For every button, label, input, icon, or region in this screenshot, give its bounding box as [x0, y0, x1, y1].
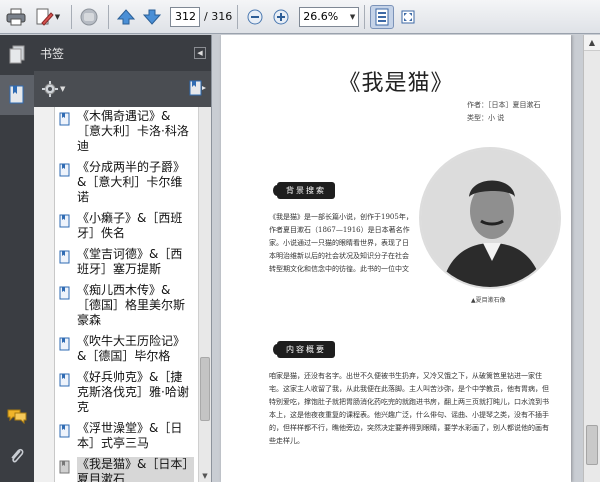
bookmark-label: 《小癞子》&［西班牙］佚名: [77, 211, 183, 240]
portrait-caption: ▲夏目漱石像: [471, 297, 506, 304]
bookmark-item[interactable]: 《我是猫》&［日本］夏目漱石: [55, 455, 198, 482]
bookmark-label: 《好兵帅克》&［捷克斯洛伐克］雅·哈谢克: [77, 370, 189, 414]
paragraph-background-col: 《我是猫》是一部长篇小说，创作于1905年，作者夏目漱石（1867—1916）是…: [269, 211, 415, 273]
navigation-rail: [0, 35, 34, 482]
toolbar-divider: [237, 4, 239, 29]
bookmark-icon: [59, 163, 70, 177]
zoom-in-button[interactable]: [269, 5, 293, 29]
pages-icon: [9, 45, 25, 64]
bookmark-label: 《吹牛大王历险记》&［德国］毕尔格: [77, 334, 186, 363]
bookmark-label: 《浮世澡堂》&［日本］式亭三马: [77, 421, 183, 450]
chevron-down-icon: ▼: [349, 12, 356, 21]
author-portrait: [419, 147, 561, 289]
bookmark-scroll-thumb[interactable]: [200, 357, 210, 421]
zoom-level-value: 26.6%: [303, 10, 339, 23]
toolbar: ▼ 312 / 316 26.6% ▼: [0, 0, 600, 34]
share-gray-icon: [80, 8, 98, 25]
toolbar-divider: [108, 4, 109, 29]
expand-icon: [401, 10, 415, 23]
printer-icon: [6, 8, 26, 25]
collapse-panel-button[interactable]: ◀: [194, 47, 206, 59]
new-bookmark-icon: [189, 80, 206, 95]
toolbar-divider: [71, 4, 72, 29]
bookmark-icon: [59, 286, 70, 300]
document-title: 《我是猫》: [338, 71, 454, 96]
bookmark-scrollbar[interactable]: ▼: [198, 107, 211, 482]
fullscreen-button[interactable]: [396, 5, 420, 29]
author-line: 作者：［日本］夏目漱石: [467, 101, 541, 109]
bookmark-icon: [59, 250, 70, 264]
genre-line: 类型：小 说: [467, 114, 505, 122]
print-button[interactable]: [4, 5, 28, 29]
bookmarks-panel-button[interactable]: [0, 75, 34, 115]
paragraph-background: 《我是猫》是一部长篇小说，创作于1905年，作者夏目漱石（1867—1916）是…: [269, 213, 413, 273]
bookmark-item[interactable]: 《好兵帅克》&［捷克斯洛伐克］雅·哈谢克: [55, 368, 198, 419]
section-banner-summary: 内容概要: [273, 341, 335, 358]
gear-icon: [42, 81, 58, 97]
bookmark-label: 《堂吉诃德》&［西班牙］塞万提斯: [77, 247, 183, 276]
bookmark-item[interactable]: 《小癞子》&［西班牙］佚名: [55, 209, 198, 245]
bookmark-icon: [59, 337, 70, 351]
bookmark-item[interactable]: 《堂吉诃德》&［西班牙］塞万提斯: [55, 245, 198, 281]
page-total: / 316: [204, 10, 233, 23]
options-button[interactable]: ▼: [42, 81, 65, 97]
comments-panel-button[interactable]: [0, 396, 34, 436]
bookmark-item[interactable]: 《分成两半的子爵》&［意大利］卡尔维诺: [55, 158, 198, 209]
minus-circle-icon: [247, 9, 263, 24]
zoom-level-select[interactable]: 26.6% ▼: [299, 6, 360, 27]
bookmarks-tools: ▼: [34, 71, 211, 107]
bookmark-icon: [59, 424, 70, 438]
attachments-panel-button[interactable]: [0, 436, 34, 476]
document-scrollbar[interactable]: ▲: [583, 35, 600, 482]
page-number-input[interactable]: 312: [170, 6, 200, 27]
arrow-down-icon: [143, 9, 161, 25]
bookmark-icon: [59, 460, 70, 474]
chevron-down-icon: ▼: [54, 12, 61, 21]
bookmark-label: 《木偶奇遇记》&［意大利］卡洛·科洛迪: [77, 109, 189, 153]
bookmark-label: 《分成两半的子爵》&［意大利］卡尔维诺: [77, 160, 186, 204]
bookmark-label: 《我是猫》&［日本］夏目漱石: [77, 457, 194, 482]
bookmark-item[interactable]: 《吹牛大王历险记》&［德国］毕尔格: [55, 332, 198, 368]
paperclip-icon: [11, 448, 24, 463]
bookmark-icon: [59, 112, 70, 126]
bookmark-icon: [59, 214, 70, 228]
share-button[interactable]: [77, 5, 101, 29]
previous-page-button[interactable]: [114, 5, 138, 29]
next-page-button[interactable]: [140, 5, 164, 29]
bookmark-icon: [59, 373, 70, 387]
bookmark-page-icon: [9, 85, 24, 104]
document-pen-icon: [36, 8, 54, 26]
paragraph-summary: 咱家是猫，还没有名字。出世不久便被书生扔弃，又冷又饿之下，从破篱笆里钻进一家住宅…: [269, 372, 549, 445]
edit-tools-button[interactable]: ▼: [30, 5, 64, 29]
bookmark-item[interactable]: 《痴儿西木传》&［德国］格里美尔斯豪森: [55, 281, 198, 332]
pdf-page: 《我是猫》 作者：［日本］夏目漱石 类型：小 说 ▲夏目漱石像 背景搜索 《我是…: [221, 35, 571, 482]
plus-circle-icon: [273, 9, 289, 24]
panel-title: 书签: [40, 46, 65, 61]
pages-panel-button[interactable]: [0, 35, 34, 75]
section-banner-background: 背景搜索: [273, 182, 335, 199]
scroll-up-arrow-icon[interactable]: ▲: [584, 35, 600, 51]
zoom-out-button[interactable]: [243, 5, 267, 29]
bookmark-list: 《木偶奇遇记》&［意大利］卡洛·科洛迪 《分成两半的子爵》&［意大利］卡尔维诺《小…: [54, 107, 198, 482]
bookmark-label: 《痴儿西木传》&［德国］格里美尔斯豪森: [77, 283, 186, 327]
portrait-image: [421, 149, 559, 287]
arrow-up-icon: [117, 8, 135, 24]
bookmarks-panel: 书签 ◀ ▼ 《木偶奇遇记》&［意大利］卡洛·科洛迪 《分成两半的子爵》&［意大利…: [34, 35, 212, 482]
new-bookmark-button[interactable]: [189, 79, 207, 100]
chevron-down-icon: ▼: [60, 85, 66, 93]
rail-bottom-group: [0, 396, 34, 476]
bookmark-item[interactable]: 《木偶奇遇记》&［意大利］卡洛·科洛迪: [55, 107, 198, 158]
bookmarks-panel-header: 书签 ◀: [34, 35, 211, 71]
document-scroll-thumb[interactable]: [586, 425, 598, 465]
bookmark-item[interactable]: 《浮世澡堂》&［日本］式亭三马: [55, 419, 198, 455]
comments-icon: [7, 409, 27, 424]
page-fit-icon: [375, 8, 389, 25]
toolbar-divider: [364, 4, 366, 29]
scroll-down-arrow-icon[interactable]: ▼: [199, 470, 211, 482]
fit-page-button[interactable]: [370, 4, 395, 29]
document-view[interactable]: 《我是猫》 作者：［日本］夏目漱石 类型：小 说 ▲夏目漱石像 背景搜索 《我是…: [213, 35, 583, 482]
